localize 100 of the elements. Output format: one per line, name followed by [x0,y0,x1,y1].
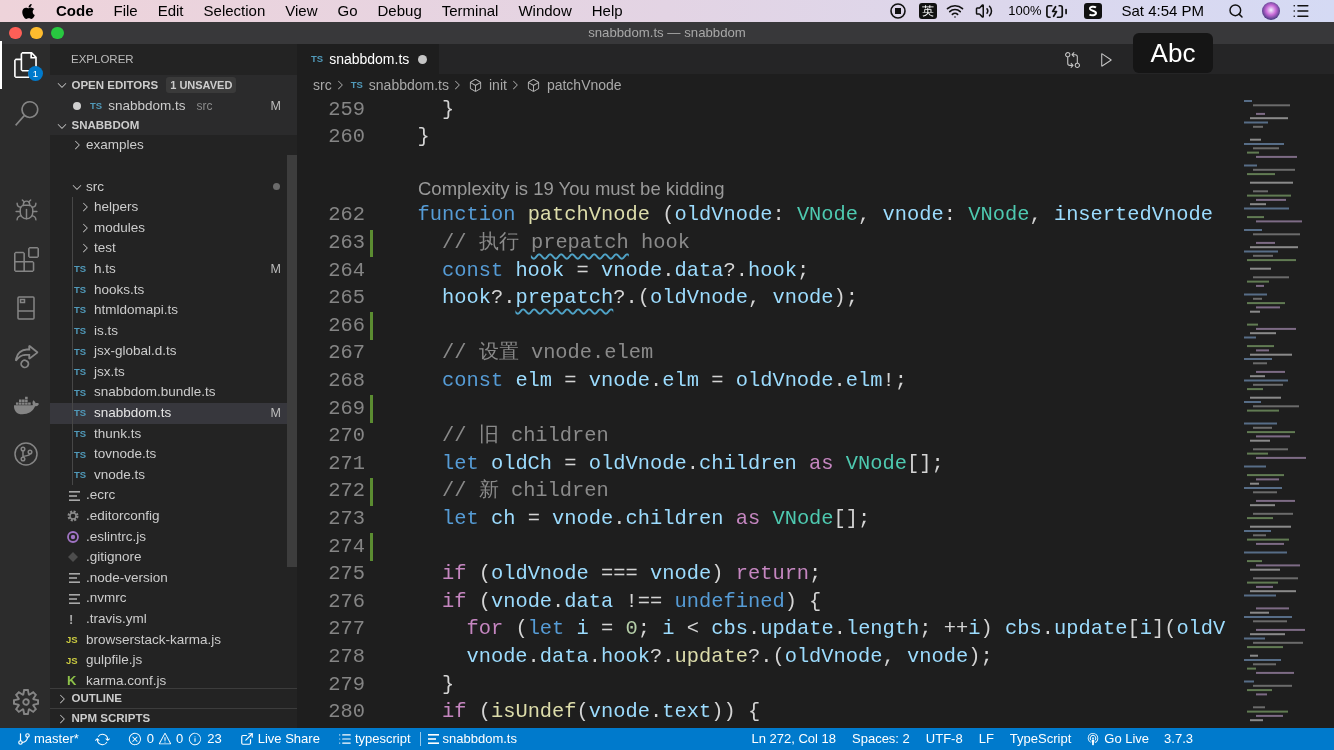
encoding-status[interactable]: UTF-8 [917,728,971,750]
minimize-button[interactable] [30,26,43,40]
tree-row[interactable]: TS jsx.ts [50,361,287,383]
menu-item[interactable]: Selection [193,0,276,23]
menu-item[interactable]: Help [581,0,633,23]
section-header[interactable]: SNABBDOM [50,116,297,136]
menu-item[interactable]: Go [327,0,368,23]
tree-row[interactable]: .node-version [50,567,287,589]
line-ending-status[interactable]: LF [970,728,1002,750]
menu-item[interactable]: Edit [147,0,194,23]
gear-icon [67,510,79,523]
live-share-button[interactable]: Live Share [230,728,329,750]
tree-row[interactable]: src [50,176,287,197]
tree-row[interactable]: JS gulpfile.js [50,650,287,671]
code-line: const elm = vnode.elm = oldVnode.elm!; [441,368,908,395]
go-live-button[interactable]: Go Live [1079,728,1157,750]
tree-row[interactable]: helpers [50,196,287,218]
tree-row[interactable]: K karma.conf.js [50,670,287,688]
codelens-link[interactable]: Complexity is 19 You must be kidding [418,178,725,200]
menu-item[interactable]: View [275,0,328,23]
breadcrumb-item[interactable]: src [313,74,332,96]
tree-row[interactable]: TS hooks.ts [50,279,287,300]
git-status-label: M [270,404,281,422]
tree-row[interactable]: TS htmldomapi.ts [50,299,287,321]
open-editor-row[interactable]: TS snabbdom.ts src M [50,95,297,117]
file-type-label: TS [350,80,363,90]
tree-row[interactable]: examples [50,135,287,156]
tree-row[interactable]: TS is.ts [50,320,287,342]
zoom-button[interactable] [51,26,64,40]
indentation-status[interactable]: Spaces: 2 [844,728,918,750]
tree-row[interactable]: TS jsx-global.d.ts [50,341,287,362]
menu-item[interactable]: File [103,0,148,23]
code-line: // 旧 children [441,423,609,450]
line-number: 274 [328,533,365,560]
menu-item[interactable]: Terminal [431,0,509,23]
line-number: 260 [328,124,365,151]
compare-icon[interactable] [1064,50,1081,68]
tree-row[interactable]: ! .travis.yml [50,608,287,630]
language-status[interactable]: typescript [328,728,420,750]
tree-row[interactable]: .ecrc [50,485,287,506]
file-type-label: JS [66,655,78,666]
breadcrumb-item[interactable]: patchVnode [525,74,622,96]
menu-item[interactable]: Window [508,0,582,23]
close-button[interactable] [9,26,22,40]
menu-item[interactable]: Debug [367,0,432,23]
tree-row[interactable]: TS snabbdom.bundle.ts [50,382,287,403]
tree-row[interactable]: TS snabbdom.ts M [50,402,287,424]
code-line: if (isUndef(vnode.text)) { [441,699,761,726]
tree-row[interactable]: .nvmrc [50,588,287,609]
share-icon [239,732,254,746]
search-icon[interactable] [1228,3,1244,19]
file-type-label: TS [74,305,87,315]
tree-row[interactable]: JS browserstack-karma.js [50,629,287,651]
tree-row[interactable]: TS h.ts M [50,258,287,280]
tree-row[interactable]: TS vnode.ts [50,464,287,486]
file-status[interactable]: snabbdom.ts [420,728,524,750]
stop-record-icon[interactable] [890,3,907,19]
code-line: } [417,124,430,151]
line-number: 271 [328,450,365,477]
code-line: vnode.data.hook?.update?.(oldVnode, vnode); [466,644,993,670]
file-type-label: TS [74,264,87,274]
scrollbar-thumb[interactable] [287,155,297,568]
list-icon [337,732,352,746]
language-mode[interactable]: TypeScript [1001,728,1080,750]
code-line: let ch = vnode.children as VNode[]; [441,506,871,532]
code-line: const hook = vnode.data?.hook; [441,257,810,284]
tree-row[interactable]: TS tovnode.ts [50,444,287,465]
breadcrumb-item[interactable]: init [468,74,507,96]
tree-row[interactable]: modules [50,217,287,239]
version-status[interactable]: 3.7.3 [1156,728,1201,750]
list-icon[interactable] [1292,2,1310,20]
tree-row[interactable]: .eslintrc.js [50,526,287,548]
tree-row[interactable]: test [50,238,287,259]
breadcrumb-item[interactable]: TS snabbdom.ts [350,74,449,96]
tree-row[interactable]: .editorconfig [50,505,287,527]
branch-status[interactable]: master* [10,728,86,750]
file-type-label: TS [74,449,87,460]
line-number: 276 [328,588,365,615]
tree-row[interactable]: TS thunk.ts [50,423,287,445]
wifi-icon[interactable] [946,2,965,20]
app-menu[interactable]: Code [46,0,104,23]
line-number: 263 [328,230,365,257]
input-source-indicator[interactable]: 英 [919,3,938,19]
editor-tab[interactable]: TS snabbdom.ts [297,44,440,74]
cursor-position[interactable]: Ln 272, Col 18 [743,728,844,750]
problems-status[interactable]: 0 0 23 [118,728,231,750]
menu-clock[interactable]: Sat 4:54 PM [1121,0,1204,23]
git-status-label: M [270,97,281,115]
line-number: 272 [328,478,365,505]
line-number: 273 [328,506,365,532]
apple-icon[interactable] [21,2,36,20]
section-header[interactable]: OPEN EDITORS 1 UNSAVED [50,75,297,96]
section-header[interactable]: OUTLINE [50,688,297,708]
speaker-icon[interactable] [975,2,994,20]
tree-row[interactable]: .gitignore [50,547,287,568]
sidebar-title: EXPLORER [71,51,134,67]
app-tile-icon[interactable] [1084,3,1103,19]
orb-icon[interactable] [1262,2,1280,20]
play-icon[interactable] [1098,50,1115,68]
cube-icon [468,77,483,93]
